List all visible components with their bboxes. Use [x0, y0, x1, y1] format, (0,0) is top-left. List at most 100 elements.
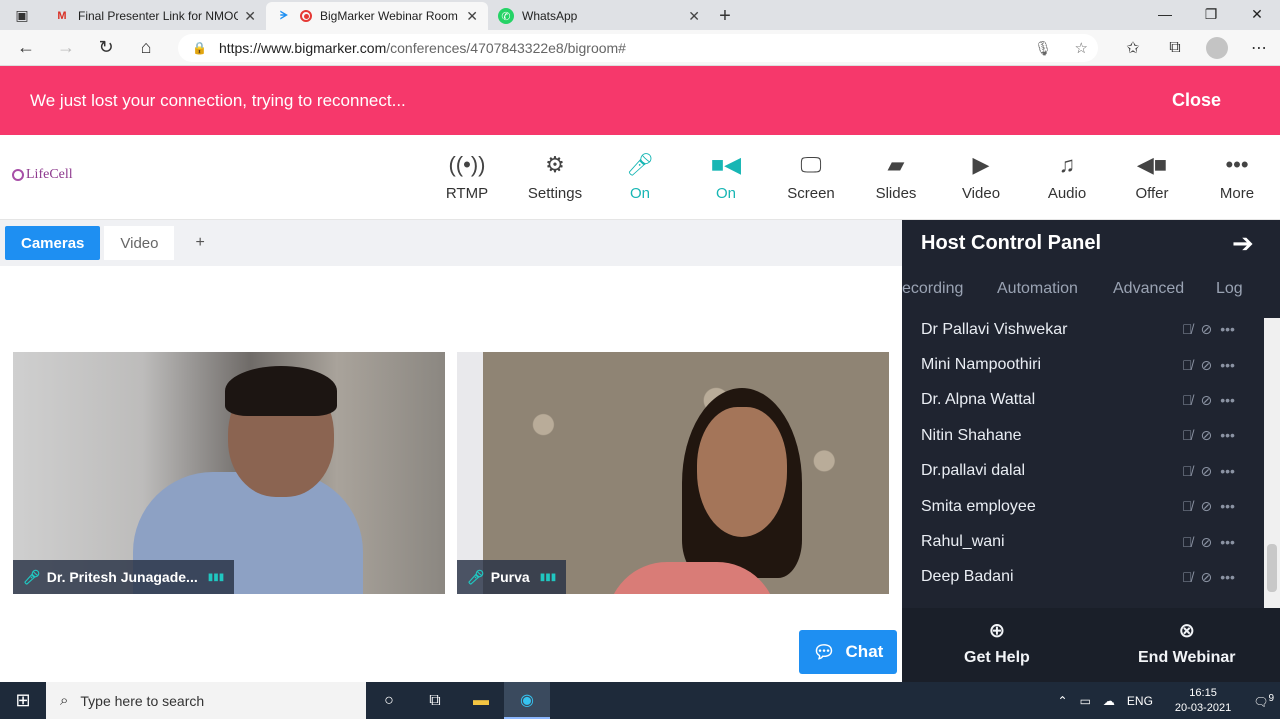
more-dots-icon[interactable]: ••• — [1220, 569, 1235, 586]
tab-actions-icon[interactable]: ▣ — [0, 0, 44, 30]
camera-off-icon[interactable]: ⊘ — [1201, 463, 1213, 480]
camera-off-icon[interactable]: ⊘ — [1201, 427, 1213, 444]
mic-muted-icon[interactable]: 🎙̸ — [1182, 534, 1193, 551]
presenter-figure — [697, 407, 787, 537]
list-item[interactable]: Mini Nampoothiri 🎙̸ ⊘ ••• — [902, 347, 1264, 382]
more-dots-icon[interactable]: ••• — [1220, 357, 1235, 374]
list-item[interactable]: Dr.pallavi dalal 🎙̸ ⊘ ••• — [902, 454, 1264, 489]
attendee-name: Nitin Shahane — [921, 426, 1022, 444]
camera-feed[interactable]: 🎤︎ Dr. Pritesh Junagade... ▮▮▮ — [13, 352, 445, 594]
camera-off-icon[interactable]: ⊘ — [1201, 534, 1213, 551]
chevron-up-icon[interactable]: ⌃ — [1058, 694, 1068, 708]
banner-close-button[interactable]: Close — [1172, 90, 1221, 111]
list-item[interactable]: Dr. Alpna Wattal 🎙̸ ⊘ ••• — [902, 383, 1264, 418]
close-icon[interactable]: ✕ — [688, 8, 700, 25]
browser-tab-gmail[interactable]: M Final Presenter Link for NMOGS ✕ — [44, 2, 266, 30]
favorites-icon[interactable]: ✩ — [1112, 38, 1154, 58]
search-placeholder: Type here to search — [80, 692, 205, 709]
camera-toggle-button[interactable]: ■◀ On — [683, 149, 769, 202]
scrollbar-thumb[interactable] — [1267, 544, 1277, 592]
collections-icon[interactable]: ⧉ — [1154, 39, 1196, 57]
mic-muted-icon[interactable]: 🎙̸ — [1182, 321, 1193, 338]
more-dots-icon[interactable]: ••• — [1220, 392, 1235, 409]
tab-advanced[interactable]: Advanced — [1113, 280, 1184, 298]
attendee-name: Dr Pallavi Vishwekar — [921, 320, 1068, 338]
clock[interactable]: 16:15 20-03-2021 — [1169, 686, 1237, 716]
stage-tabs: Cameras Video + — [0, 220, 902, 266]
more-dots-icon[interactable]: ••• — [1220, 321, 1235, 338]
new-tab-button[interactable]: + — [710, 2, 740, 30]
camera-off-icon[interactable]: ⊘ — [1201, 357, 1213, 374]
avatar[interactable] — [1206, 37, 1228, 59]
more-dots-icon[interactable]: ••• — [1220, 498, 1235, 515]
more-dots-icon[interactable]: ••• — [1220, 534, 1235, 551]
screen-share-button[interactable]: 🖵 Screen — [768, 149, 854, 202]
close-window-icon[interactable]: ✕ — [1234, 0, 1280, 28]
camera-feed[interactable]: 🎤︎ Purva ▮▮▮ — [457, 352, 889, 594]
get-help-button[interactable]: ⊕ Get Help — [964, 618, 1030, 667]
chat-button[interactable]: 💬︎ Chat — [799, 630, 897, 674]
audio-button[interactable]: ♫ Audio — [1024, 149, 1110, 202]
mic-muted-icon[interactable]: 🎙̸ — [1182, 569, 1193, 586]
url-field[interactable]: 🔒 https://www.bigmarker.com/conferences/… — [178, 34, 1098, 62]
attendee-scrollbar[interactable] — [1264, 318, 1280, 608]
list-item[interactable]: Nitin Shahane 🎙̸ ⊘ ••• — [902, 418, 1264, 453]
language-indicator[interactable]: ENG — [1127, 694, 1153, 708]
cortana-icon[interactable]: ○ — [366, 682, 412, 719]
mic-muted-icon[interactable]: 🎙̸ — [1182, 463, 1193, 480]
microphone-icon[interactable]: 🎙 — [1034, 40, 1052, 57]
list-item[interactable]: Dr Pallavi Vishwekar 🎙̸ ⊘ ••• — [902, 312, 1264, 347]
more-icon[interactable]: ⋯ — [1238, 38, 1280, 58]
home-icon[interactable]: ⌂ — [126, 30, 166, 66]
tab-log[interactable]: Log — [1216, 280, 1243, 298]
mic-muted-icon[interactable]: 🎙̸ — [1182, 498, 1193, 515]
more-dots-icon[interactable]: ••• — [1220, 463, 1235, 480]
maximize-icon[interactable]: ❐ — [1188, 0, 1234, 28]
favorite-add-icon[interactable]: ☆ — [1075, 39, 1088, 57]
forward-icon[interactable]: → — [46, 30, 86, 66]
list-item[interactable]: Smita employee 🎙̸ ⊘ ••• — [902, 489, 1264, 524]
camera-off-icon[interactable]: ⊘ — [1201, 321, 1213, 338]
end-webinar-button[interactable]: ⊗ End Webinar — [1138, 618, 1236, 667]
browser-tab-bigmarker[interactable]: ᗒ BigMarker Webinar Room ✕ — [266, 2, 488, 30]
tab-automation[interactable]: Automation — [997, 280, 1078, 298]
slides-button[interactable]: ▰ Slides — [853, 149, 939, 202]
list-item[interactable]: Deep Badani 🎙̸ ⊘ ••• — [902, 560, 1264, 595]
tab-recording[interactable]: ecording — [902, 280, 963, 298]
offer-button[interactable]: ◀■ Offer — [1109, 149, 1195, 202]
arrow-right-icon[interactable]: ➔ — [1232, 228, 1254, 259]
camera-off-icon[interactable]: ⊘ — [1201, 392, 1213, 409]
windows-start-icon[interactable]: ⊞ — [0, 682, 46, 719]
camera-off-icon[interactable]: ⊘ — [1201, 569, 1213, 586]
microphone-icon: 🎤︎ — [626, 152, 654, 177]
more-button[interactable]: ••• More — [1194, 149, 1280, 202]
video-button[interactable]: ▶ Video — [938, 149, 1024, 202]
camera-off-icon[interactable]: ⊘ — [1201, 498, 1213, 515]
camera-nametag: 🎤︎ Purva ▮▮▮ — [457, 560, 567, 594]
more-dots-icon[interactable]: ••• — [1220, 427, 1235, 444]
close-icon[interactable]: ✕ — [244, 8, 256, 25]
mic-muted-icon[interactable]: 🎙̸ — [1182, 427, 1193, 444]
refresh-icon[interactable]: ↻ — [86, 30, 126, 66]
minimize-icon[interactable]: — — [1142, 0, 1188, 28]
tab-video[interactable]: Video — [104, 226, 175, 260]
add-tab-button[interactable]: + — [179, 226, 220, 260]
taskbar-search[interactable]: ⌕ Type here to search — [46, 682, 366, 719]
back-icon[interactable]: ← — [6, 30, 46, 66]
logo-mark-icon — [12, 169, 24, 181]
battery-icon[interactable]: ▭ — [1080, 694, 1091, 708]
tab-cameras[interactable]: Cameras — [5, 226, 101, 260]
close-icon[interactable]: ✕ — [466, 8, 478, 25]
edge-browser-icon[interactable]: ◉ — [504, 682, 550, 719]
browser-tab-whatsapp[interactable]: ✆ WhatsApp ✕ — [488, 2, 710, 30]
cloud-icon[interactable]: ☁ — [1103, 694, 1115, 708]
mic-muted-icon[interactable]: 🎙̸ — [1182, 392, 1193, 409]
notification-icon[interactable]: 🗨︎9 — [1253, 693, 1274, 709]
settings-button[interactable]: ⚙ Settings — [512, 149, 598, 202]
file-explorer-icon[interactable]: ▬ — [458, 682, 504, 719]
microphone-toggle-button[interactable]: 🎤︎ On — [597, 149, 683, 202]
mic-muted-icon[interactable]: 🎙̸ — [1182, 357, 1193, 374]
rtmp-button[interactable]: ((•)) RTMP — [424, 149, 510, 202]
list-item[interactable]: Rahul_wani 🎙̸ ⊘ ••• — [902, 524, 1264, 559]
task-view-icon[interactable]: ⧉ — [412, 682, 458, 719]
